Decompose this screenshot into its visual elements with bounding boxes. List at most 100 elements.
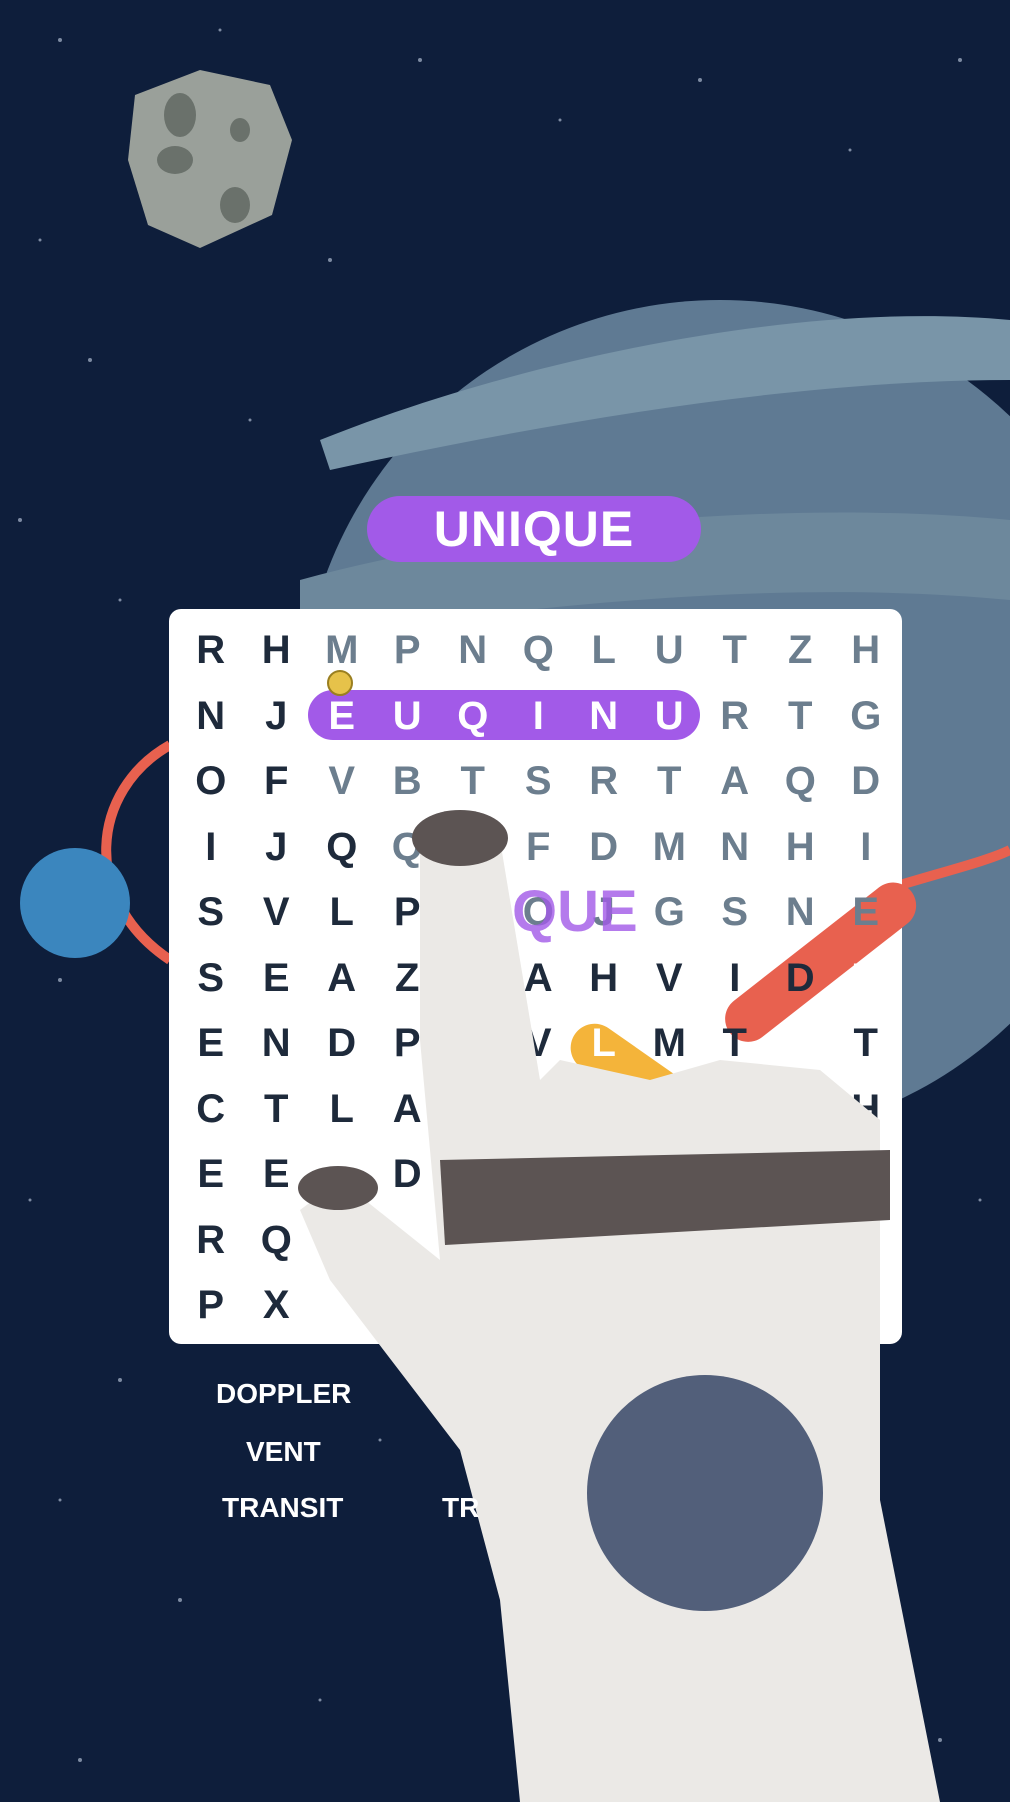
grid-cell[interactable]: P <box>178 1273 244 1339</box>
grid-cell[interactable]: V <box>309 749 375 815</box>
grid-cell[interactable] <box>833 1208 899 1274</box>
grid-cell[interactable]: V <box>244 880 310 946</box>
grid-cell[interactable]: A <box>309 946 375 1012</box>
grid-cell[interactable]: T <box>440 749 506 815</box>
grid-cell[interactable]: U <box>375 684 441 750</box>
grid-cell[interactable] <box>571 1077 637 1143</box>
grid-cell[interactable]: U <box>637 618 703 684</box>
grid-cell[interactable]: N <box>440 618 506 684</box>
grid-cell[interactable] <box>702 1077 768 1143</box>
grid-cell[interactable]: N <box>702 815 768 881</box>
grid-cell[interactable]: Q <box>768 749 834 815</box>
grid-cell[interactable]: H <box>768 1011 834 1077</box>
grid-cell[interactable]: U <box>637 684 703 750</box>
grid-cell[interactable]: P <box>375 618 441 684</box>
grid-cell[interactable]: I <box>178 815 244 881</box>
grid-cell[interactable]: E <box>244 1142 310 1208</box>
grid-cell[interactable]: S <box>178 880 244 946</box>
grid-cell[interactable]: L <box>309 880 375 946</box>
grid-cell[interactable] <box>375 1273 441 1339</box>
grid-cell[interactable]: O <box>178 749 244 815</box>
grid-cell[interactable]: V <box>637 946 703 1012</box>
grid-cell[interactable]: F <box>506 815 572 881</box>
grid-cell[interactable] <box>440 1011 506 1077</box>
grid-cell[interactable]: F <box>244 749 310 815</box>
grid-cell[interactable]: R <box>571 749 637 815</box>
grid-cell[interactable] <box>637 1273 703 1339</box>
grid-cell[interactable] <box>571 1273 637 1339</box>
grid-cell[interactable]: G <box>833 684 899 750</box>
grid-cell[interactable]: D <box>768 946 834 1012</box>
grid-cell[interactable] <box>309 1273 375 1339</box>
grid-cell[interactable] <box>506 1142 572 1208</box>
grid-cell[interactable] <box>768 1208 834 1274</box>
grid-cell[interactable]: H <box>833 618 899 684</box>
grid-cell[interactable] <box>440 815 506 881</box>
grid-cell[interactable]: J <box>244 815 310 881</box>
grid-cell[interactable]: B <box>375 749 441 815</box>
grid-cell[interactable]: T <box>637 749 703 815</box>
grid-cell[interactable] <box>309 1208 375 1274</box>
grid-cell[interactable]: E <box>244 946 310 1012</box>
grid-cell[interactable] <box>440 1208 506 1274</box>
grid-cell[interactable]: P <box>768 1077 834 1143</box>
grid-cell[interactable] <box>440 1077 506 1143</box>
grid-cell[interactable] <box>506 1208 572 1274</box>
grid-cell[interactable]: A <box>375 1077 441 1143</box>
grid-cell[interactable]: E <box>178 1011 244 1077</box>
grid-cell[interactable] <box>702 1142 768 1208</box>
grid-cell[interactable]: T <box>833 946 899 1012</box>
grid-cell[interactable]: R <box>702 684 768 750</box>
grid-cell[interactable]: Z <box>768 618 834 684</box>
grid-cell[interactable]: R <box>178 1208 244 1274</box>
grid-cell[interactable]: V <box>506 1011 572 1077</box>
grid-cell[interactable]: N <box>178 684 244 750</box>
grid-cell[interactable] <box>637 1142 703 1208</box>
grid-cell[interactable] <box>440 946 506 1012</box>
grid-cell[interactable]: D <box>833 749 899 815</box>
grid-cell[interactable]: G <box>637 880 703 946</box>
grid-cell[interactable] <box>375 1208 441 1274</box>
grid-cell[interactable]: A <box>702 749 768 815</box>
grid-cell[interactable]: L <box>571 1011 637 1077</box>
grid-cell[interactable] <box>440 1273 506 1339</box>
grid-cell[interactable]: H <box>244 618 310 684</box>
grid-cell[interactable] <box>571 1208 637 1274</box>
grid-cell[interactable]: E <box>833 880 899 946</box>
grid-cell[interactable]: Q <box>440 684 506 750</box>
grid-cell[interactable] <box>637 1208 703 1274</box>
grid-cell[interactable]: X <box>244 1273 310 1339</box>
grid-cell[interactable]: S <box>506 749 572 815</box>
grid-cell[interactable] <box>702 1208 768 1274</box>
grid-cell[interactable] <box>506 1077 572 1143</box>
grid-cell[interactable]: Z <box>375 946 441 1012</box>
grid-cell[interactable] <box>440 880 506 946</box>
grid-cell[interactable] <box>768 1142 834 1208</box>
grid-cell[interactable] <box>571 1142 637 1208</box>
grid-cell[interactable]: N <box>244 1011 310 1077</box>
grid-cell[interactable] <box>440 1142 506 1208</box>
grid-cell[interactable]: T <box>702 618 768 684</box>
grid-cell[interactable]: Q <box>309 815 375 881</box>
grid-cell[interactable]: S <box>178 946 244 1012</box>
grid-cell[interactable]: H <box>571 946 637 1012</box>
grid-cell[interactable]: D <box>375 1142 441 1208</box>
grid-cell[interactable]: D <box>571 815 637 881</box>
grid-cell[interactable] <box>768 1273 834 1339</box>
grid-cell[interactable] <box>833 1142 899 1208</box>
grid-cell[interactable]: S <box>702 880 768 946</box>
grid-cell[interactable]: T <box>244 1077 310 1143</box>
grid-cell[interactable]: H <box>833 1077 899 1143</box>
grid-cell[interactable]: I <box>506 684 572 750</box>
grid-cell[interactable]: T <box>768 684 834 750</box>
grid-cell[interactable]: N <box>571 684 637 750</box>
grid-cell[interactable] <box>506 1273 572 1339</box>
grid-cell[interactable] <box>702 1273 768 1339</box>
grid-cell[interactable]: J <box>244 684 310 750</box>
grid-cell[interactable]: I <box>833 815 899 881</box>
grid-cell[interactable]: Q <box>506 618 572 684</box>
grid-cell[interactable]: M <box>637 815 703 881</box>
letter-grid[interactable]: RHMPNQLUTZHNJEUQINURTGOFVBTSRTAQDIJQQFDM… <box>178 618 899 1339</box>
grid-cell[interactable]: Q <box>375 815 441 881</box>
grid-cell[interactable] <box>309 1142 375 1208</box>
